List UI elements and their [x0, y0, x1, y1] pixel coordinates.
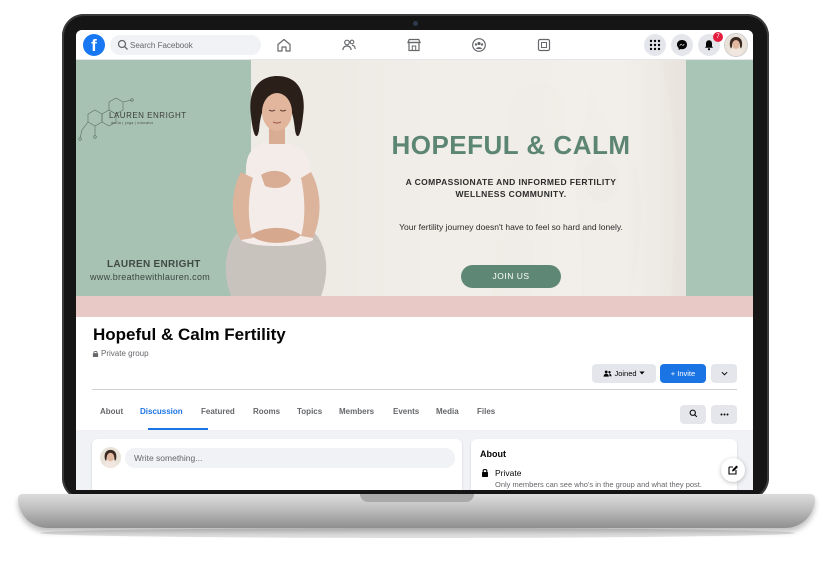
marketplace-icon[interactable]	[406, 37, 422, 53]
new-message-button[interactable]	[721, 458, 745, 482]
webcam-dot	[413, 21, 418, 26]
lock-icon	[482, 469, 488, 477]
tab-media[interactable]: Media	[436, 402, 459, 422]
write-something-input[interactable]	[125, 448, 455, 468]
bell-icon	[705, 40, 713, 51]
facebook-logo-icon[interactable]: f	[83, 34, 105, 56]
more-options-button[interactable]	[711, 364, 737, 383]
cover-pink-strip	[76, 296, 753, 317]
cover-photo: LAUREN ENRIGHT doula | yoga | educator L…	[76, 60, 753, 296]
group-title: Hopeful & Calm Fertility	[93, 325, 286, 344]
cover-journey-text: Your fertility journey doesn't have to f…	[399, 222, 623, 232]
cover-headline: HOPEFUL & CALM	[391, 130, 631, 160]
tab-about[interactable]: About	[100, 402, 123, 422]
laptop-notch	[360, 494, 474, 502]
tab-files[interactable]: Files	[477, 402, 495, 422]
cover-author-name: LAUREN ENRIGHT	[107, 259, 201, 270]
about-private-label: Private	[495, 468, 522, 478]
search-icon	[117, 39, 128, 50]
menu-grid-icon	[649, 39, 661, 51]
privacy-label: Private group	[101, 349, 149, 358]
cover-woman-photo	[225, 76, 327, 296]
join-us-button[interactable]: JOIN US	[461, 265, 561, 288]
composer-avatar	[100, 447, 121, 468]
chevron-down-icon	[721, 371, 727, 376]
home-icon[interactable]	[276, 37, 292, 53]
menu-button[interactable]	[644, 34, 666, 56]
about-title: About	[480, 449, 506, 459]
joined-label: Joined	[614, 369, 637, 378]
compose-icon	[728, 465, 738, 475]
tab-rooms[interactable]: Rooms	[253, 402, 280, 422]
cover-website: www.breathewithlauren.com	[90, 272, 211, 282]
gaming-icon[interactable]	[536, 37, 552, 53]
tab-featured[interactable]: Featured	[201, 402, 235, 422]
header-divider	[92, 389, 737, 390]
search-input[interactable]	[130, 38, 255, 52]
cover-logo-subtitle: doula | yoga | educator	[111, 121, 154, 125]
notification-badge: 7	[713, 32, 723, 42]
laptop-mockup: f 7	[0, 0, 833, 574]
top-nav: f 7	[76, 30, 753, 60]
search-group-button[interactable]	[680, 405, 706, 424]
cover-tagline: A COMPASSIONATE AND INFORMED FERTILITY W…	[405, 177, 617, 199]
friends-icon[interactable]	[341, 37, 357, 53]
lock-icon	[92, 350, 99, 357]
about-card: About Private Only members can see who's…	[471, 439, 737, 490]
laptop-shadow	[40, 528, 795, 538]
post-composer	[92, 439, 462, 490]
tab-events[interactable]: Events	[393, 402, 419, 422]
chevron-down-icon	[639, 371, 645, 375]
profile-avatar[interactable]	[725, 34, 747, 56]
joined-button[interactable]: Joined	[592, 364, 656, 383]
tab-discussion[interactable]: Discussion	[140, 402, 183, 422]
tab-topics[interactable]: Topics	[297, 402, 322, 422]
more-dots-icon	[720, 413, 728, 416]
active-tab-indicator	[148, 428, 208, 430]
about-private-description: Only members can see who's in the group …	[495, 480, 702, 489]
cover-right-panel	[686, 60, 753, 296]
invite-button[interactable]: + Invite	[660, 364, 706, 383]
messenger-button[interactable]	[671, 34, 693, 56]
screen: f 7	[76, 30, 753, 490]
search-icon	[689, 409, 697, 418]
more-tab-options-button[interactable]	[711, 405, 737, 424]
tab-members[interactable]: Members	[339, 402, 374, 422]
messenger-icon	[677, 40, 687, 50]
group-header: Hopeful & Calm Fertility Private group J…	[76, 317, 753, 430]
search-box[interactable]	[110, 35, 261, 55]
privacy-row: Private group	[92, 349, 149, 358]
group-members-icon	[603, 370, 612, 377]
cover-logo-name: LAUREN ENRIGHT	[109, 111, 187, 120]
groups-icon[interactable]	[471, 37, 487, 53]
